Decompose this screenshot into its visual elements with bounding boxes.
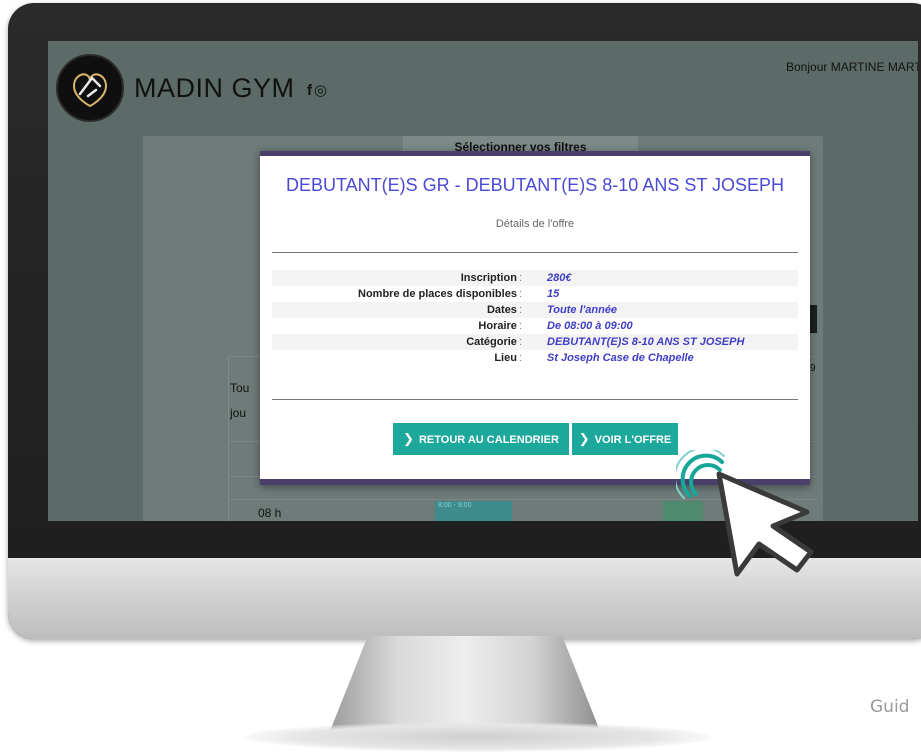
detail-label: Nombre de places disponibles: — [358, 288, 522, 300]
offer-modal: DEBUTANT(E)S GR - DEBUTANT(E)S 8-10 ANS … — [260, 151, 810, 485]
divider — [272, 399, 798, 400]
divider — [272, 252, 798, 253]
detail-value: 15 — [547, 288, 560, 300]
social-icons[interactable]: f ◎ — [307, 81, 327, 99]
offer-details: Inscription: 280€ Nombre de places dispo… — [272, 270, 798, 366]
back-to-calendar-button[interactable]: ❯ RETOUR AU CALENDRIER — [393, 423, 569, 455]
detail-label: Inscription: — [460, 272, 522, 284]
detail-row: Dates: Toute l'année — [272, 302, 798, 318]
detail-row: Horaire: De 08:00 à 09:00 — [272, 318, 798, 334]
user-greeting[interactable]: Bonjour MARTINE MARTINE — [786, 60, 918, 74]
chevron-right-icon: ❯ — [578, 431, 590, 446]
brand-name[interactable]: MADIN GYM — [134, 73, 295, 104]
detail-value: De 08:00 à 09:00 — [547, 320, 633, 332]
detail-row: Nombre de places disponibles: 15 — [272, 286, 798, 302]
detail-row: Catégorie: DEBUTANT(E)S 8-10 ANS ST JOSE… — [272, 334, 798, 350]
detail-row: Inscription: 280€ — [272, 270, 798, 286]
view-offer-button[interactable]: ❯ VOIR L'OFFRE — [572, 423, 678, 455]
guide-label: Guid — [870, 697, 910, 717]
detail-label: Catégorie: — [466, 336, 522, 348]
row-label: Tou — [230, 381, 250, 395]
detail-label: Dates: — [486, 304, 522, 316]
detail-row: Lieu: St Joseph Case de Chapelle — [272, 350, 798, 366]
row-label: jou — [230, 406, 247, 420]
hour-label: 08 h — [258, 506, 282, 520]
modal-subtitle: Détails de l'offre — [495, 218, 575, 230]
calendar-event: 8:00 - 9:00 — [435, 501, 512, 521]
detail-value: Toute l'année — [547, 304, 618, 316]
chevron-right-icon: ❯ — [403, 431, 414, 446]
modal-title: DEBUTANT(E)S GR - DEBUTANT(E)S 8-10 ANS … — [285, 175, 785, 195]
instagram-icon[interactable]: ◎ — [314, 82, 327, 99]
detail-value: St Joseph Case de Chapelle — [547, 352, 694, 364]
facebook-icon[interactable]: f — [307, 82, 312, 99]
site-header: MADIN GYM f◎ Bonjour MARTINE MARTINE — [48, 41, 918, 136]
detail-value: 280€ — [547, 272, 572, 284]
screen: MADIN GYM f◎ Bonjour MARTINE MARTINE Sél… — [48, 41, 918, 521]
logo-icon[interactable] — [56, 54, 124, 122]
detail-label: Lieu: — [494, 352, 522, 364]
detail-label: Horaire: — [478, 320, 522, 332]
column-header: 9 — [810, 363, 816, 374]
detail-value: DEBUTANT(E)S 8-10 ANS ST JOSEPH — [547, 336, 745, 348]
monitor-base — [245, 722, 711, 752]
monitor-stand — [330, 636, 600, 731]
cursor-arrow-icon — [716, 471, 814, 577]
